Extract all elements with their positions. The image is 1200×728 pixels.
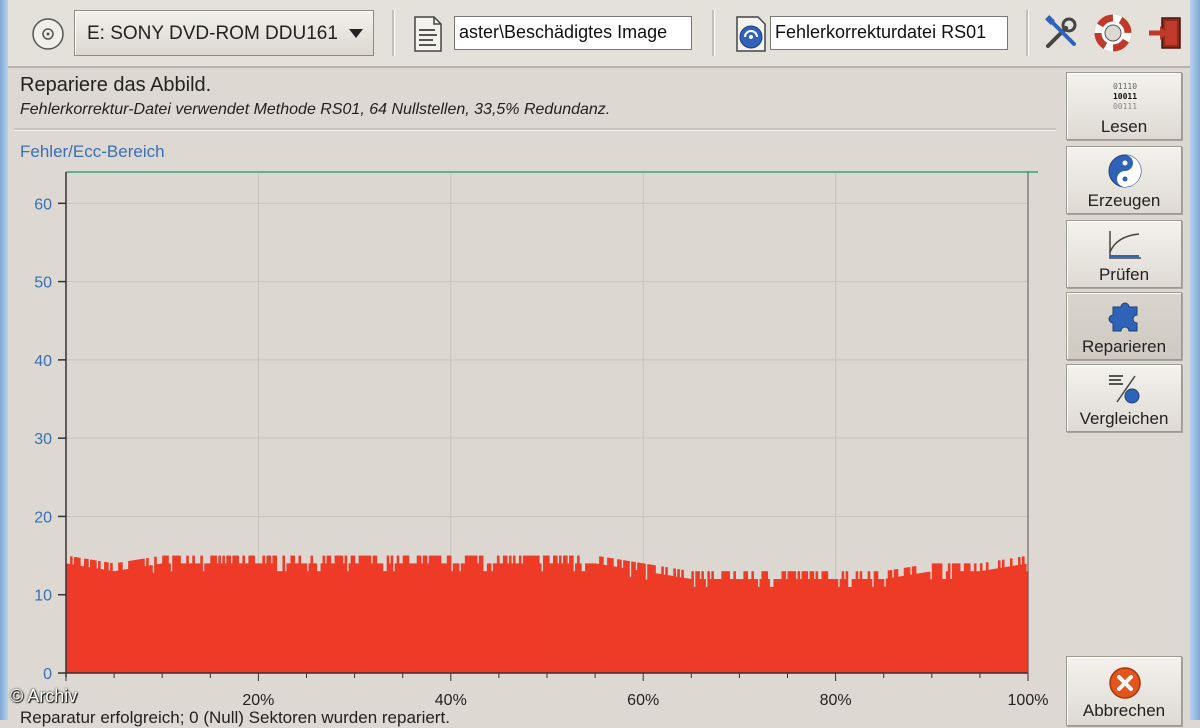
curve-chart-icon [1105,227,1145,263]
svg-text:10011: 10011 [1113,92,1137,101]
drive-select-value: E: SONY DVD-ROM DDU161 [87,23,337,44]
image-file-button[interactable] [410,14,446,54]
x-tick-label: 100% [1008,692,1049,709]
disc-icon [28,14,68,54]
y-tick-label: 50 [34,275,52,292]
compare-button-label: Vergleichen [1079,409,1169,428]
x-tick-label: 20% [242,692,274,709]
copyright-watermark: © Archiv [10,686,78,706]
x-tick-label: 60% [627,692,659,709]
compare-button[interactable]: Vergleichen [1066,364,1182,432]
cancel-button[interactable]: Abbrechen [1066,656,1182,726]
preferences-button[interactable] [1040,12,1082,54]
drive-select[interactable]: E: SONY DVD-ROM DDU161 [74,10,374,56]
window-border-right [1190,0,1200,720]
graph-label: Fehler/Ecc-Bereich [20,142,165,161]
svg-text:01110: 01110 [1113,82,1137,91]
create-button[interactable]: Erzeugen [1066,146,1182,214]
image-file-icon [414,16,442,52]
verify-button-label: Prüfen [1098,265,1150,284]
ecc-file-field[interactable]: Fehlerkorrekturdatei RS01 [770,16,1008,50]
status-text: Reparatur erfolgreich; 0 (Null) Sektoren… [20,708,450,727]
yin-yang-icon [1105,153,1145,189]
image-file-field[interactable]: aster\Beschädigtes Image [454,16,692,50]
y-tick-label: 30 [34,431,52,448]
puzzle-icon [1105,299,1145,335]
verify-button[interactable]: Prüfen [1066,220,1182,288]
compare-icon [1105,371,1145,407]
toolbar: E: SONY DVD-ROM DDU161 aster\Beschädigte… [8,0,1190,68]
page-title: Repariere das Abbild. [20,74,212,96]
cancel-icon [1105,665,1145,701]
cancel-button-label: Abbrechen [1082,701,1166,720]
toolbar-separator [1026,10,1029,56]
y-tick-label: 40 [34,353,52,370]
read-button[interactable]: 01110 10011 00111 Lesen [1066,72,1182,140]
binary-read-icon: 01110 10011 00111 [1105,79,1145,115]
page-subtitle: Fehlerkorrektur-Datei verwendet Methode … [20,101,611,118]
toolbar-separator [712,10,715,56]
quit-button[interactable] [1144,12,1186,54]
toolbar-separator [392,10,395,56]
lifebuoy-icon [1094,14,1132,52]
repair-button[interactable]: Reparieren [1066,292,1182,360]
x-tick-label: 80% [820,692,852,709]
error-chart: 0 10 20 30 40 50 60 20% 40% 60% 80% 100% [34,171,1049,709]
divider [14,128,1056,131]
help-button[interactable] [1092,12,1134,54]
create-button-label: Erzeugen [1087,191,1161,210]
y-tick-label: 20 [34,509,52,526]
chevron-down-icon [349,29,363,38]
y-tick-label: 60 [34,196,52,213]
read-button-label: Lesen [1100,117,1148,136]
tools-icon [1045,15,1077,48]
svg-text:00111: 00111 [1113,102,1137,111]
exit-door-icon [1149,17,1181,49]
repair-button-label: Reparieren [1081,337,1167,356]
ecc-file-icon [736,16,766,52]
ecc-file-button[interactable] [732,14,772,54]
y-tick-label: 10 [34,588,52,605]
x-tick-label: 40% [435,692,467,709]
y-tick-label: 0 [43,666,52,683]
